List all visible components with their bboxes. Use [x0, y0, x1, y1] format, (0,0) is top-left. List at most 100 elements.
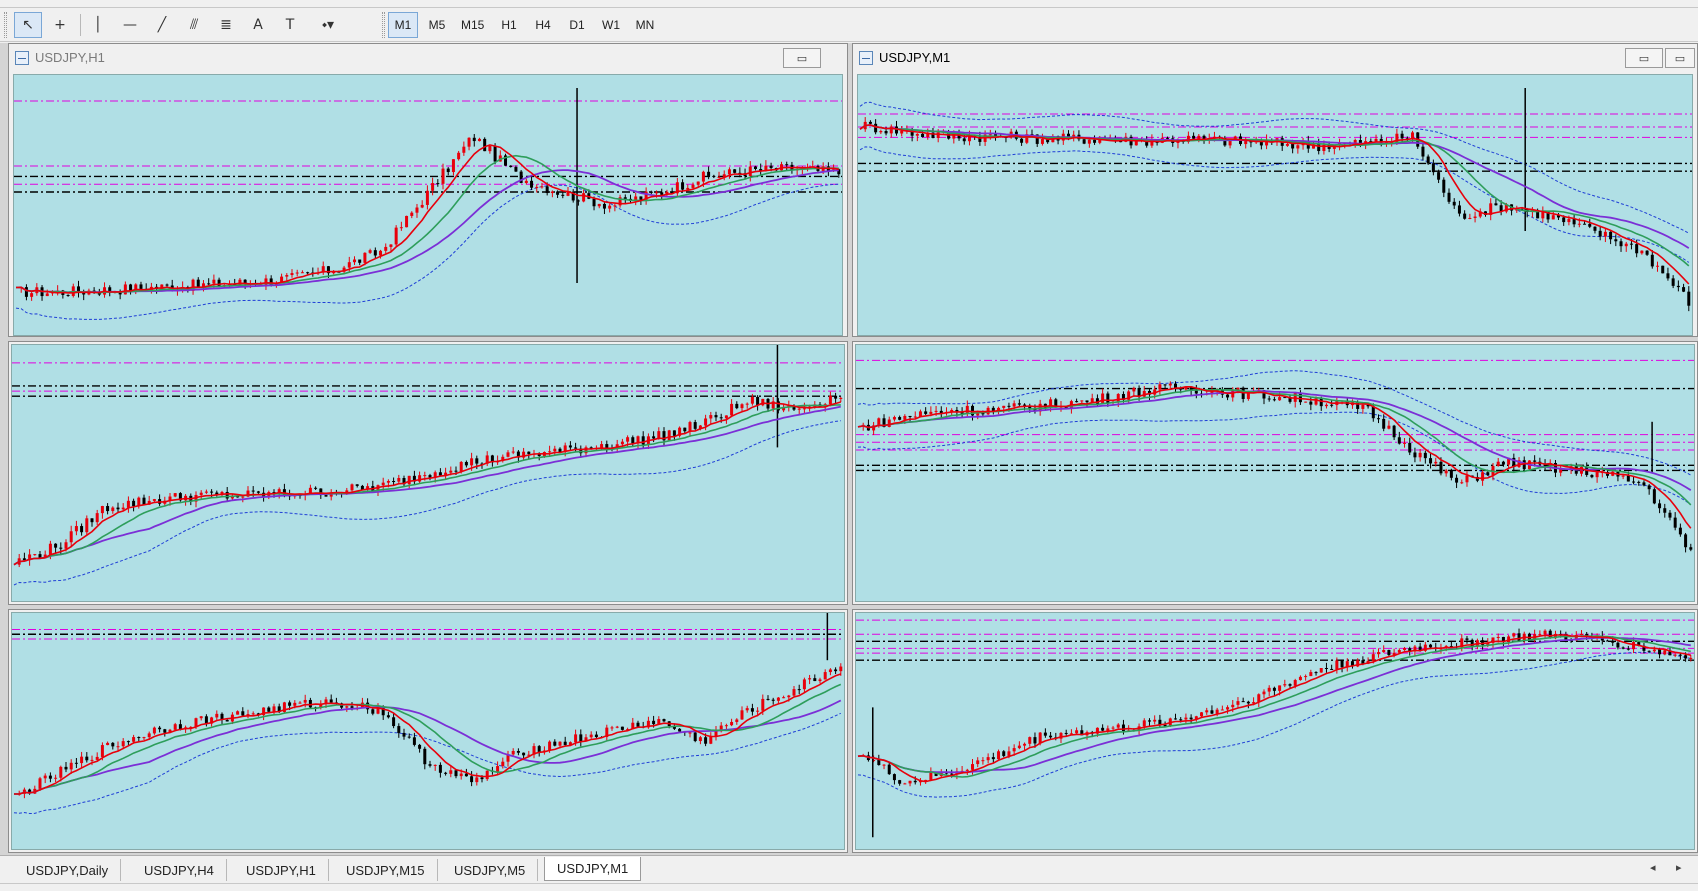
candlestick-chart[interactable]: [12, 613, 844, 849]
moving-average-slow-line: [13, 699, 842, 795]
candle-body: [839, 397, 843, 399]
candle-body: [1652, 649, 1656, 652]
tab-usdjpy-h4[interactable]: USDJPY,H4: [132, 859, 227, 881]
trendline-icon[interactable]: ╱: [148, 12, 176, 38]
candle-body: [24, 287, 28, 297]
candlestick-chart[interactable]: [858, 75, 1692, 335]
candle-body: [306, 272, 310, 274]
tab-scroll-left-icon[interactable]: ◂: [1650, 861, 1656, 874]
candle-body: [95, 756, 99, 760]
timeframe-mn-button[interactable]: MN: [630, 12, 660, 38]
candle-body: [472, 137, 476, 142]
chart-window-titlebar[interactable]: USDJPY,M1: [853, 44, 1697, 71]
candle-body: [314, 487, 318, 489]
candle-body: [1449, 470, 1453, 478]
chart-window-right-mid[interactable]: [852, 341, 1698, 605]
candle-body: [1642, 482, 1646, 486]
candle-body: [892, 774, 896, 781]
moving-average-mid-line: [13, 404, 841, 566]
moving-average-slow-line: [857, 390, 1692, 491]
tab-usdjpy-m5[interactable]: USDJPY,M5: [442, 859, 539, 881]
candle-body: [74, 762, 78, 764]
timeframe-d1-button[interactable]: D1: [562, 12, 592, 38]
candle-body: [384, 246, 388, 251]
moving-average-fast-line: [15, 144, 839, 294]
timeframe-w1-button[interactable]: W1: [596, 12, 626, 38]
chart-window-left-bot[interactable]: [8, 609, 848, 853]
candlestick-chart[interactable]: [14, 75, 842, 335]
timeframe-m1-button[interactable]: M1: [388, 12, 418, 38]
candle-body: [1671, 278, 1675, 286]
tab-usdjpy-m15[interactable]: USDJPY,M15: [334, 859, 438, 881]
chart-window-left-mid[interactable]: [8, 341, 848, 605]
candle-body: [1621, 647, 1625, 649]
moving-average-mid-line: [859, 124, 1690, 267]
candle-body: [1330, 668, 1334, 670]
minimize-button[interactable]: ▭: [1625, 48, 1663, 68]
candle-body: [522, 752, 526, 756]
toolbar-grip[interactable]: [382, 12, 385, 38]
chart-window-titlebar[interactable]: USDJPY,H1: [9, 44, 847, 71]
cursor-icon[interactable]: ↖: [14, 12, 42, 38]
text-label-icon[interactable]: T: [276, 12, 304, 38]
candlestick-chart[interactable]: [856, 345, 1694, 601]
price-chart-left-mid[interactable]: [11, 344, 845, 602]
toolbar-grip[interactable]: [4, 12, 7, 38]
candle-body: [924, 411, 928, 414]
candle-body: [903, 783, 907, 785]
restore-button[interactable]: ▭: [1665, 48, 1695, 68]
candle-body: [688, 422, 692, 432]
candle-body: [1626, 475, 1630, 482]
equidistant-channel-icon[interactable]: ⫻: [180, 12, 208, 38]
candle-body: [389, 244, 393, 247]
chart-window-usdjpy-m1[interactable]: USDJPY,M1 ▭ ▭: [852, 43, 1698, 337]
candlestick-chart[interactable]: [12, 345, 844, 601]
candle-body: [613, 205, 617, 207]
candle-body: [142, 497, 146, 505]
candle-body: [1452, 201, 1456, 206]
candle-body: [1231, 390, 1235, 398]
candle-body: [574, 447, 578, 449]
candle-body: [215, 713, 219, 718]
text-icon[interactable]: A: [244, 12, 272, 38]
candle-body: [207, 283, 211, 285]
horizontal-line-icon[interactable]: —: [116, 12, 144, 38]
price-chart-left-bot[interactable]: [11, 612, 845, 850]
crosshair-icon[interactable]: +: [46, 12, 74, 38]
candle-body: [1179, 719, 1183, 721]
candle-body: [514, 167, 518, 172]
candle-body: [1538, 634, 1542, 636]
shapes-dropdown-icon[interactable]: ⬩▾: [310, 12, 346, 38]
candle-body: [884, 131, 888, 134]
chart-window-usdjpy-h1[interactable]: USDJPY,H1 ▭: [8, 43, 848, 337]
tab-scroll-right-icon[interactable]: ▸: [1676, 861, 1682, 874]
price-chart-right-mid[interactable]: [855, 344, 1695, 602]
timeframe-h4-button[interactable]: H4: [528, 12, 558, 38]
fibonacci-icon[interactable]: ≣: [212, 12, 240, 38]
minimize-button[interactable]: ▭: [783, 48, 821, 68]
candle-body: [1007, 751, 1011, 756]
candle-body: [464, 773, 468, 777]
candle-body: [95, 513, 99, 523]
candle-body: [1075, 730, 1079, 734]
tab-usdjpy-daily[interactable]: USDJPY,Daily: [14, 859, 122, 881]
price-chart-right-bot[interactable]: [855, 612, 1695, 850]
chart-window-right-bot[interactable]: [852, 609, 1698, 853]
candle-body: [537, 746, 541, 753]
candle-body: [1455, 477, 1459, 483]
candle-body: [451, 159, 455, 173]
candlestick-chart[interactable]: [856, 613, 1694, 849]
candle-body: [641, 436, 645, 445]
candle-body: [1111, 727, 1115, 729]
candle-body: [1189, 717, 1193, 720]
tab-usdjpy-h1[interactable]: USDJPY,H1: [234, 859, 329, 881]
tab-usdjpy-m1[interactable]: USDJPY,M1: [544, 857, 642, 881]
candle-body: [1593, 226, 1597, 231]
timeframe-m15-button[interactable]: M15: [456, 12, 489, 38]
timeframe-h1-button[interactable]: H1: [494, 12, 524, 38]
vertical-line-icon[interactable]: │: [84, 12, 112, 38]
candle-body: [787, 695, 791, 698]
price-chart-left-top[interactable]: [13, 74, 843, 336]
timeframe-m5-button[interactable]: M5: [422, 12, 452, 38]
price-chart-right-top[interactable]: [857, 74, 1693, 336]
